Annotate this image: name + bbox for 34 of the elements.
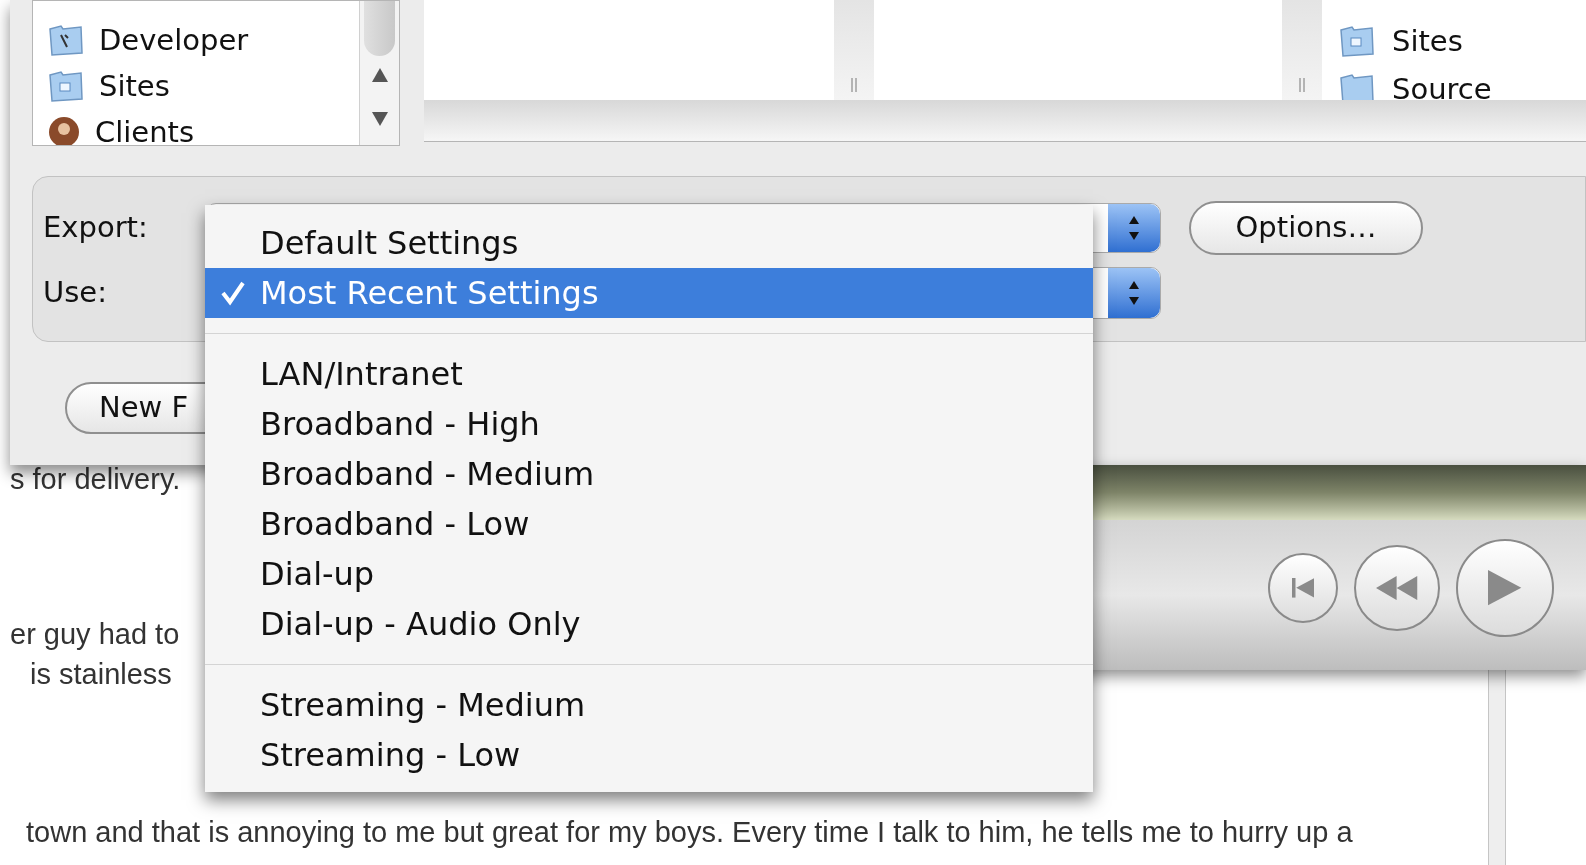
text-line: er guy had to [10, 620, 180, 649]
menu-item[interactable]: Streaming - Medium [205, 680, 1093, 730]
file-name[interactable]: Source [1392, 74, 1492, 100]
text-line: town and that is annoying to me but great for my boys. Every time I talk to him, he tells me to hurry up a [25, 818, 1353, 847]
popup-arrows-icon[interactable] [1108, 268, 1160, 318]
popup-arrows-icon[interactable] [1108, 204, 1160, 252]
file-name[interactable]: Sites [1392, 26, 1463, 56]
skip-back-icon [1291, 578, 1315, 598]
options-button[interactable]: Options… [1189, 201, 1423, 255]
text-line: is stainless [29, 660, 172, 689]
file-name[interactable]: Sites [99, 71, 170, 101]
menu-item[interactable]: Default Settings [205, 218, 1093, 268]
export-label: Export: [43, 209, 149, 247]
menu-item[interactable]: Dial-up - Audio Only [205, 599, 1093, 649]
menu-item[interactable]: Dial-up [205, 549, 1093, 599]
text-line: s for delivery. [10, 465, 181, 494]
menu-item[interactable]: Broadband - Low [205, 499, 1093, 549]
use-label: Use: [43, 274, 108, 312]
horizontal-scroll-bar[interactable] [424, 100, 1586, 142]
file-name[interactable]: Developer [99, 25, 249, 55]
web-folder-icon [1338, 24, 1376, 58]
play-icon [1488, 570, 1522, 606]
web-folder-icon [47, 69, 85, 103]
grip-icon [849, 76, 859, 94]
person-icon [47, 115, 81, 145]
file-name[interactable]: Clients [95, 117, 195, 145]
rewind-icon [1376, 575, 1418, 601]
menu-item[interactable]: Most Recent Settings [205, 268, 1093, 318]
scroll-bar[interactable] [359, 1, 399, 145]
grip-icon [1297, 76, 1307, 94]
scroll-bar[interactable] [1488, 670, 1506, 865]
menu-item[interactable]: Broadband - Medium [205, 449, 1093, 499]
tool-folder-icon [47, 23, 85, 57]
menu-item[interactable]: Streaming - Low [205, 730, 1093, 780]
